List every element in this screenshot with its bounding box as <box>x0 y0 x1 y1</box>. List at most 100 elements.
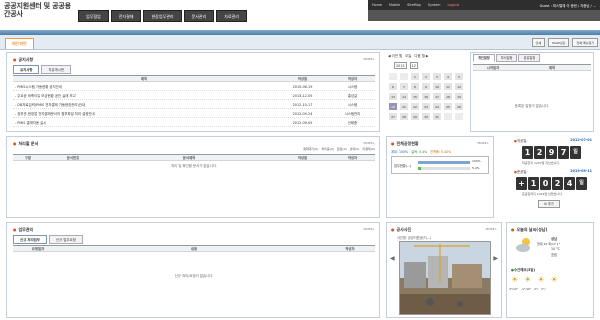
nav-materials[interactable]: 자료관리 <box>216 10 248 22</box>
tab-new-requests[interactable]: 신규 업무요청 <box>48 235 83 244</box>
calendar-day[interactable]: 14 <box>399 92 409 101</box>
weather-detail: 10 °C <box>551 247 560 251</box>
actual-percent: 5.4% <box>472 166 480 170</box>
notice-more-link[interactable]: MORE+ <box>364 57 375 61</box>
nav-site-management[interactable]: 현장업무관리 <box>143 10 182 22</box>
row-date: 2012-10-17 <box>292 103 313 107</box>
forecast-title: ●수간예보(3일) <box>511 267 535 272</box>
calendar-day[interactable]: 18 <box>443 92 453 101</box>
calendar-day[interactable]: 16 <box>421 92 431 101</box>
tab-free-board[interactable]: 자유게시판 <box>41 65 72 74</box>
row-title[interactable]: - PMIS시스템 가동현황 공지안내 <box>13 83 275 90</box>
calendar-day[interactable]: 29 <box>410 112 420 121</box>
calendar-day[interactable]: 15 <box>410 92 420 101</box>
calendar-day[interactable]: 7 <box>399 82 409 91</box>
util-system-link[interactable]: System <box>428 3 441 7</box>
calendar-day[interactable]: 2 <box>421 72 431 81</box>
calendar-day[interactable]: 12 <box>454 82 464 91</box>
calendar-today-link[interactable]: 오늘 <box>405 53 411 58</box>
nav-collaboration[interactable]: 업무협업 <box>78 10 109 22</box>
filter-rejected[interactable]: 반려(0) <box>350 147 360 151</box>
finish-label-text: 준공일: <box>516 170 528 174</box>
calendar-day[interactable]: 22 <box>410 102 420 111</box>
util-home-link[interactable]: Home <box>372 3 382 7</box>
calendar-day[interactable]: 19 <box>454 92 464 101</box>
logout-link[interactable]: Logout <box>447 3 459 7</box>
calendar-day[interactable]: 1 <box>410 72 420 81</box>
calendar-day[interactable]: 5 <box>454 72 464 81</box>
calendar-next-link[interactable]: 다음 월 ▶ <box>414 53 428 58</box>
util-mobile-link[interactable]: Mobile <box>389 3 400 7</box>
table-row[interactable]: - 주요공 비축이유 모금현황 공인 실태 보고 2013-12-05 홍성길 <box>13 92 375 100</box>
calendar-day[interactable]: 8 <box>410 82 420 91</box>
row-title[interactable]: - PMIS 결재자동 실시 <box>13 119 275 126</box>
calendar-day[interactable]: 4 <box>443 72 453 81</box>
calendar-day[interactable]: 23 <box>421 102 431 111</box>
calendar-day[interactable]: 25 <box>443 102 453 111</box>
calendar-day[interactable]: 24 <box>432 102 442 111</box>
calendar-day[interactable]: 17 <box>432 92 442 101</box>
add-dday-button[interactable]: ⚙ 추가 <box>538 200 560 208</box>
photo-prev-arrow-icon[interactable]: ◀ <box>390 255 395 262</box>
nav-documents[interactable]: 문서관리 <box>183 10 215 22</box>
row-title[interactable]: - DB자료입력(PMIS 전자결재 가동현장관리)안내 <box>13 101 275 108</box>
calendar-day[interactable]: 6 <box>388 82 398 91</box>
tab-notice[interactable]: 공지사항 <box>13 65 40 74</box>
approval-more-link[interactable]: MORE+ <box>364 141 375 145</box>
month-select[interactable]: 12 <box>409 62 418 69</box>
calendar-day[interactable]: 31 <box>432 112 442 121</box>
tab-home[interactable]: 메인화면 <box>5 38 34 49</box>
col-author: 작성자 <box>345 247 355 251</box>
elapsed-digit: 7 <box>558 146 569 159</box>
table-row[interactable]: - PMIS시스템 가동현황 공지안내 2015-06-19 시스템 <box>13 83 375 91</box>
table-row[interactable]: - DB자료입력(PMIS 전자결재 가동현장관리)안내 2012-10-17 … <box>13 101 375 109</box>
calendar-day[interactable]: 11 <box>443 82 453 91</box>
filter-complete[interactable]: 완료(0) <box>337 147 347 151</box>
site-logo[interactable]: 공공지원센터 및 공공용간공사 <box>4 2 76 18</box>
plan-bar-track <box>418 161 470 164</box>
tab-personal-schedule[interactable]: 개인일정 <box>473 54 495 62</box>
table-row[interactable]: - 장부관-현장업 전자결재문서의 첨부파일 처리 설정안내 2012-09-2… <box>13 110 375 118</box>
calendar-day[interactable]: 26 <box>454 102 464 111</box>
tab-shared-schedule[interactable]: 공유일정 <box>518 54 541 62</box>
progress-more-link[interactable]: MORE+ <box>478 141 489 145</box>
work-panel: ● 업무관리 MORE+ 신규 처리업무 신규 업무요청 요청일자 내용 작성자 … <box>6 222 380 318</box>
notice-panel: ● 공지사항 MORE+ 공지사항 자유게시판 제목 작성일 작성자 - PMIS… <box>6 52 380 132</box>
table-row[interactable]: - PMIS 결재자동 실시 2012-09-05 신태중 <box>13 119 375 127</box>
calendar-day[interactable]: 9 <box>421 82 431 91</box>
calendar-prev-link[interactable]: ◀ 이전 월 <box>388 53 402 58</box>
calendar-day[interactable]: 28 <box>399 112 409 121</box>
filter-waiting[interactable]: 결재대기(0) <box>303 147 318 151</box>
row-title[interactable]: - 장부관-현장업 전자결재문서의 첨부파일 처리 설정안내 <box>13 110 275 117</box>
calendar-day[interactable]: 27 <box>388 112 398 121</box>
work-more-link[interactable]: MORE+ <box>364 227 375 231</box>
photo-next-arrow-icon[interactable]: ▶ <box>493 255 498 262</box>
site-photo-image[interactable] <box>399 241 491 315</box>
filter-processing[interactable]: 처리중(0) <box>321 147 334 151</box>
calendar-day[interactable]: 10 <box>432 82 442 91</box>
calendar-day[interactable]: 30 <box>421 112 431 121</box>
row-title[interactable]: - 주요공 비축이유 모금현황 공인 실태 보고 <box>13 92 275 99</box>
tab-new-tasks[interactable]: 신규 처리업무 <box>13 235 47 244</box>
tab-department-schedule[interactable]: 부서일정 <box>495 54 518 62</box>
elapsed-digit: 2 <box>534 146 545 159</box>
calendar-day[interactable]: 13 <box>388 92 398 101</box>
filter-unapproved[interactable]: 미결제(0) <box>362 147 375 151</box>
year-select[interactable]: 2015 <box>394 62 407 69</box>
open-all-menu-button[interactable]: 전체 메뉴열기 <box>572 38 598 47</box>
calendar-day[interactable]: 3 <box>432 72 442 81</box>
site-photo-more-link[interactable]: MORE+ <box>486 227 497 231</box>
print-button[interactable]: 인쇄 <box>531 38 546 47</box>
row-author: 시스템 <box>347 85 358 89</box>
notice-tabs: 공지사항 자유게시판 <box>13 65 72 74</box>
page-top-button[interactable]: PAGE상단 <box>548 38 570 47</box>
calendar-empty-cell <box>454 112 464 121</box>
calendar-empty-cell <box>443 112 453 121</box>
calendar-selects: 2015 12 <box>394 62 418 69</box>
calendar-day[interactable]: 21 <box>399 102 409 111</box>
util-sitemap-link[interactable]: SiteMap <box>407 3 421 7</box>
calendar-day[interactable]: 20 <box>388 102 398 111</box>
nav-approval[interactable]: 전자결재 <box>110 10 142 22</box>
bullet-icon: ● <box>13 57 17 62</box>
remain-digit: 1 <box>528 177 539 190</box>
